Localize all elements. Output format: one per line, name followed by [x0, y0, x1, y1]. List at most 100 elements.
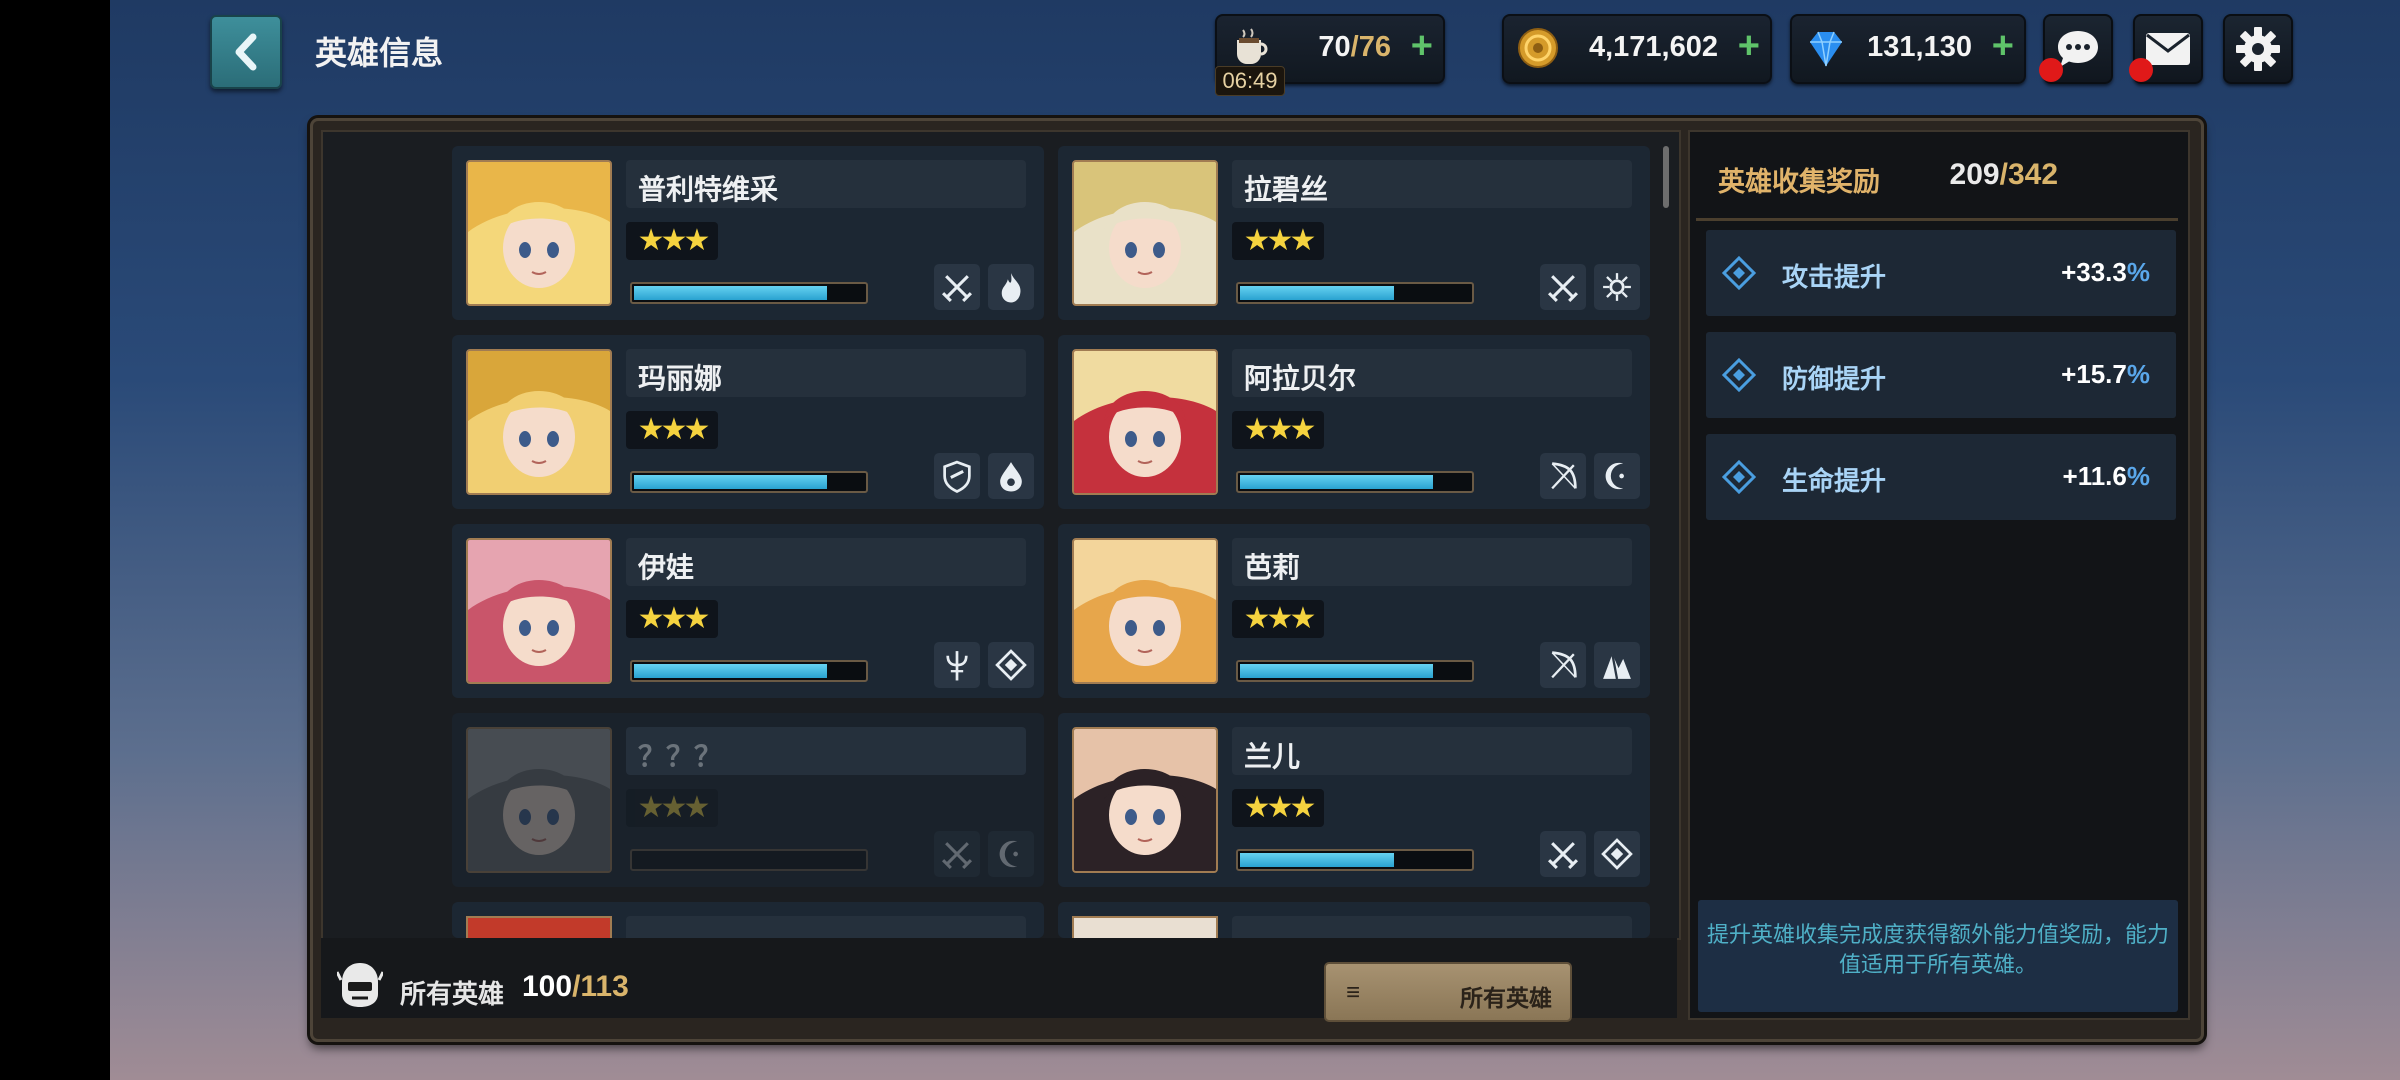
add-stamina-button[interactable]: + — [1411, 26, 1433, 66]
bonus-percent: % — [2126, 359, 2150, 389]
hero-exp-fill — [1240, 853, 1394, 867]
hero-name: 玛丽娜 — [638, 363, 723, 394]
hero-portrait — [466, 916, 612, 938]
bonus-label: 攻击提升 — [1782, 262, 1887, 292]
game-screen: 英雄信息 70/76 + 06:49 4,171,602 + 131,130 + — [110, 0, 2400, 1080]
blue-diamond-icon — [1810, 31, 1842, 67]
hero-filter-button[interactable]: ≡ 所有英雄 — [1324, 962, 1572, 1022]
coffee-cup-icon — [1237, 28, 1268, 64]
hero-name: 普利特维采 — [638, 174, 779, 205]
hero-helmet-icon — [337, 963, 383, 1007]
staff-class-icon — [934, 642, 980, 688]
gold-coin-icon — [1518, 28, 1558, 68]
hero-exp-fill — [634, 664, 827, 678]
hero-exp-bar — [630, 471, 868, 493]
hero-card[interactable]: 普利特维采 ★★★ — [452, 146, 1044, 320]
hero-exp-fill — [634, 475, 827, 489]
earth-element-icon — [1594, 642, 1640, 688]
hero-name: 兰儿 — [1244, 741, 1301, 772]
collection-reward-title: 英雄收集奖励 — [1718, 167, 1880, 197]
crossed-swords-icon — [1540, 264, 1586, 310]
stamina-max: /76 — [1350, 31, 1391, 63]
dark-moon-element-icon — [988, 831, 1034, 877]
hero-portrait — [466, 160, 612, 306]
hero-card-partial[interactable] — [1058, 902, 1650, 938]
settings-gear-icon — [2236, 27, 2280, 71]
fire-element-icon — [988, 264, 1034, 310]
hero-list-scrollbar[interactable] — [1663, 146, 1669, 208]
hero-exp-bar — [1236, 471, 1474, 493]
hero-exp-bar — [1236, 282, 1474, 304]
filter-list-icon: ≡ — [1346, 979, 1361, 1006]
stamina-timer: 06:49 — [1215, 66, 1285, 96]
bonus-percent: % — [2126, 461, 2150, 491]
gold-counter[interactable]: 4,171,602 + — [1502, 14, 1772, 84]
all-heroes-label: 所有英雄 — [400, 979, 505, 1009]
shield-class-icon — [934, 453, 980, 499]
hero-card[interactable]: 芭莉 ★★★ — [1058, 524, 1650, 698]
add-gem-button[interactable]: + — [1992, 26, 2014, 66]
hero-exp-bar — [630, 660, 868, 682]
hero-exp-fill — [1240, 286, 1394, 300]
mail-notification-dot — [2129, 58, 2153, 82]
diamond-element-icon — [1594, 831, 1640, 877]
hero-card-partial[interactable] — [452, 902, 1044, 938]
hero-collection-count: 100/113 — [522, 970, 629, 1004]
crossed-swords-icon — [934, 831, 980, 877]
gold-value: 4,171,602 — [1588, 31, 1718, 63]
crossed-swords-icon — [1540, 831, 1586, 877]
crossed-swords-icon — [934, 264, 980, 310]
hero-portrait — [466, 538, 612, 684]
defense-bonus-row: 防御提升 +15.7% — [1706, 332, 2176, 418]
hero-portrait — [1072, 727, 1218, 873]
hero-owned-count: 100 — [522, 970, 573, 1003]
chevron-left-icon — [235, 33, 257, 71]
diamond-bullet-icon — [1722, 460, 1756, 494]
page-title: 英雄信息 — [315, 35, 444, 71]
light-element-icon — [1594, 264, 1640, 310]
hero-card[interactable]: 伊娃 ★★★ — [452, 524, 1044, 698]
mail-icon — [2146, 33, 2190, 65]
bow-class-icon — [1540, 642, 1586, 688]
hero-portrait — [1072, 538, 1218, 684]
stamina-value: 70 — [1318, 31, 1351, 63]
dark-moon-element-icon — [1594, 453, 1640, 499]
settings-button[interactable] — [2223, 14, 2293, 84]
hero-portrait — [1072, 160, 1218, 306]
hero-name: 阿拉贝尔 — [1244, 363, 1357, 394]
hero-star-rating: ★★★ — [1232, 600, 1324, 638]
hero-card[interactable]: 拉碧丝 ★★★ — [1058, 146, 1650, 320]
hero-exp-fill — [634, 286, 827, 300]
back-button[interactable] — [210, 15, 282, 89]
chat-notification-dot — [2039, 58, 2063, 82]
hero-exp-fill — [1240, 664, 1433, 678]
collection-info-text: 提升英雄收集完成度获得额外能力值奖励，能力值适用于所有英雄。 — [1698, 900, 2178, 1012]
hero-name: ？？？ — [638, 741, 723, 772]
chat-icon — [2058, 31, 2098, 67]
hero-star-rating: ★★★ — [626, 789, 718, 827]
hero-card[interactable]: 兰儿 ★★★ — [1058, 713, 1650, 887]
hp-bonus-row: 生命提升 +11.6% — [1706, 434, 2176, 520]
reward-progress-value: 209 — [1949, 158, 2000, 191]
hero-name-bar — [1232, 916, 1632, 938]
hero-card[interactable]: 玛丽娜 ★★★ — [452, 335, 1044, 509]
attack-bonus-row: 攻击提升 +33.3% — [1706, 230, 2176, 316]
hero-exp-bar — [1236, 849, 1474, 871]
hero-star-rating: ★★★ — [1232, 411, 1324, 449]
bonus-value: +15.7 — [2061, 359, 2127, 389]
hero-card[interactable]: 阿拉贝尔 ★★★ — [1058, 335, 1650, 509]
hero-portrait — [1072, 916, 1218, 938]
gem-counter[interactable]: 131,130 + — [1790, 14, 2026, 84]
add-gold-button[interactable]: + — [1738, 26, 1760, 66]
diamond-bullet-icon — [1722, 256, 1756, 290]
hero-name: 拉碧丝 — [1244, 174, 1329, 205]
bonus-value: +11.6 — [2062, 461, 2127, 491]
bonus-value: +33.3 — [2061, 257, 2127, 287]
water-element-icon — [988, 453, 1034, 499]
hero-star-rating: ★★★ — [626, 411, 718, 449]
hero-exp-bar — [1236, 660, 1474, 682]
diamond-bullet-icon — [1722, 358, 1756, 392]
hero-portrait — [466, 727, 612, 873]
title-divider — [1696, 218, 2178, 221]
hero-card[interactable]: ？？？ ★★★ — [452, 713, 1044, 887]
